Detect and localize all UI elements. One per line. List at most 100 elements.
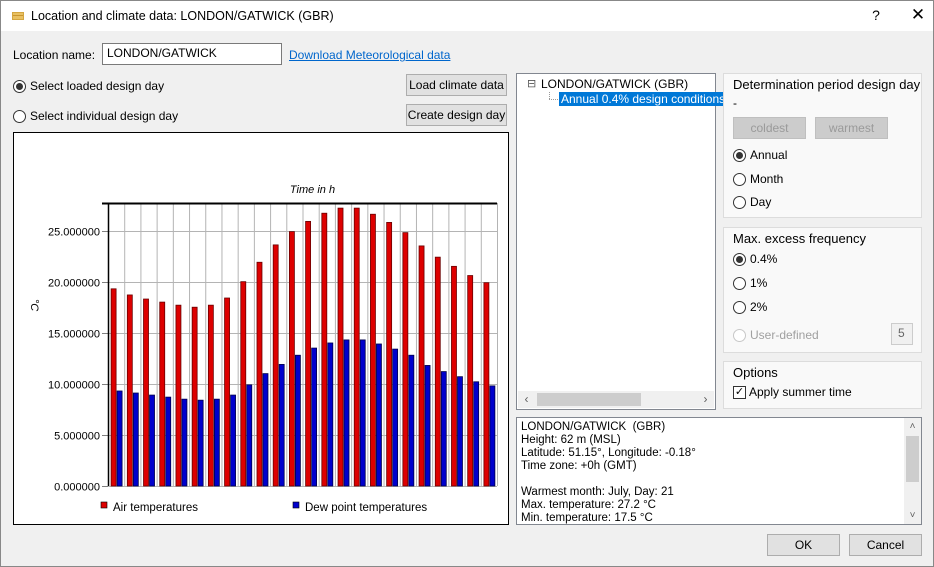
legend-label: Air temperatures xyxy=(113,502,198,514)
tree-item-annual-design-conditions[interactable]: Annual 0.4% design conditions ( xyxy=(559,92,735,106)
radio-select-loaded-design-day[interactable]: Select loaded design day xyxy=(13,79,164,93)
bar-dew-point-temperature xyxy=(197,399,204,487)
tree-collapse-icon[interactable]: ⊟ xyxy=(527,77,536,90)
bar-dew-point-temperature xyxy=(343,339,350,487)
location-name-label: Location name: xyxy=(13,48,96,62)
bar-air-temperature xyxy=(402,232,409,487)
bar-air-temperature xyxy=(175,304,182,487)
radio-2-percent[interactable]: 2% xyxy=(733,300,767,314)
bar-dew-point-temperature xyxy=(376,343,382,487)
location-name-input[interactable]: LONDON/GATWICK xyxy=(102,43,282,65)
bar-air-temperature xyxy=(256,261,263,487)
bar-air-temperature xyxy=(321,212,328,487)
help-button[interactable]: ? xyxy=(869,7,883,23)
bar-dew-point-temperature xyxy=(457,376,463,487)
apply-summer-time-checkbox[interactable]: ✓ Apply summer time xyxy=(733,385,852,399)
bar-air-temperature xyxy=(143,298,149,487)
bar-dew-point-temperature xyxy=(408,354,415,487)
radio-checked-icon xyxy=(13,79,26,93)
scrollbar-thumb[interactable] xyxy=(906,436,919,482)
chart-title: Time in h xyxy=(290,184,335,196)
download-meteorological-data-link[interactable]: Download Meteorological data xyxy=(289,48,450,62)
bar-dew-point-temperature xyxy=(359,339,366,487)
radio-label: Annual xyxy=(750,148,788,162)
bar-air-temperature xyxy=(126,294,133,487)
determination-value: - xyxy=(733,96,737,110)
info-line xyxy=(521,473,696,486)
create-design-day-button[interactable]: Create design day xyxy=(406,104,507,126)
design-day-tree[interactable]: ⊟ LONDON/GATWICK (GBR) Annual 0.4% desig… xyxy=(516,73,735,410)
scroll-down-icon[interactable]: ˅ xyxy=(904,507,921,524)
bar-dew-point-temperature xyxy=(132,392,139,487)
scrollbar-thumb[interactable] xyxy=(537,393,641,406)
ok-button[interactable]: OK xyxy=(767,534,840,556)
bar-air-temperature xyxy=(386,222,393,487)
bar-air-temperature xyxy=(110,288,117,487)
location-climate-dialog: Location and climate data: LONDON/GATWIC… xyxy=(0,0,934,567)
info-line: Warmest month: July, Day: 21 xyxy=(521,486,674,498)
scroll-right-icon[interactable]: › xyxy=(697,391,714,408)
y-axis-label: °C xyxy=(28,299,40,311)
radio-checked-icon xyxy=(733,148,746,162)
radio-label: 1% xyxy=(750,276,768,290)
bar-air-temperature xyxy=(353,207,360,487)
bar-dew-point-temperature xyxy=(213,398,220,487)
checkbox-checked-icon: ✓ xyxy=(733,385,746,399)
info-line: LONDON/GATWICK (GBR) xyxy=(521,421,666,433)
radio-0-4-percent[interactable]: 0.4% xyxy=(733,252,777,266)
y-tick-label: 5.000000 xyxy=(54,431,100,443)
bar-dew-point-temperature xyxy=(230,394,236,487)
location-info-textbox[interactable]: LONDON/GATWICK (GBR) Height: 62 m (MSL) La… xyxy=(516,417,922,525)
scroll-left-icon[interactable]: ‹ xyxy=(518,391,535,408)
bar-air-temperature xyxy=(451,265,457,487)
bar-air-temperature xyxy=(224,297,230,487)
close-button[interactable]: ✕ xyxy=(909,5,927,25)
info-line: Time zone: +0h (GMT) xyxy=(521,460,637,472)
bar-air-temperature xyxy=(159,301,166,487)
bar-dew-point-temperature xyxy=(246,384,253,487)
determination-period-group: Determination period design day - coldes… xyxy=(723,73,922,218)
bar-air-temperature xyxy=(434,256,441,487)
cancel-button[interactable]: Cancel xyxy=(849,534,922,556)
radio-unchecked-icon xyxy=(733,276,746,290)
user-defined-value-input[interactable]: 5 xyxy=(891,323,913,345)
bar-dew-point-temperature xyxy=(294,354,301,487)
bar-air-temperature xyxy=(207,304,214,487)
temperature-chart: 0.000000 5.000000 10.000000 15.000000 20.000… xyxy=(13,132,509,525)
radio-label: 0.4% xyxy=(750,252,778,266)
tree-item-location[interactable]: LONDON/GATWICK (GBR) xyxy=(541,77,688,91)
y-tick-label: 20.000000 xyxy=(48,278,100,290)
info-line: Max. temperature: 27.2 °C xyxy=(521,499,656,511)
legend-swatch xyxy=(100,501,108,509)
app-icon xyxy=(12,12,24,20)
info-vertical-scrollbar[interactable]: ˄ ˅ xyxy=(904,418,921,524)
bar-dew-point-temperature xyxy=(489,385,496,487)
bar-air-temperature xyxy=(337,207,344,487)
scroll-up-icon[interactable]: ˄ xyxy=(904,418,921,435)
bar-dew-point-temperature xyxy=(392,348,399,487)
radio-month[interactable]: Month xyxy=(733,172,783,186)
radio-day[interactable]: Day xyxy=(733,195,771,209)
tree-connector xyxy=(549,99,558,100)
radio-1-percent[interactable]: 1% xyxy=(733,276,767,290)
coldest-button[interactable]: coldest xyxy=(733,117,806,139)
radio-label: Month xyxy=(750,172,784,186)
radio-select-individual-design-day[interactable]: Select individual design day xyxy=(13,109,178,123)
radio-user-defined[interactable]: User-defined xyxy=(733,328,819,342)
bar-dew-point-temperature xyxy=(116,390,123,487)
radio-annual[interactable]: Annual xyxy=(733,148,787,162)
radio-checked-icon xyxy=(733,252,746,266)
load-climate-data-button[interactable]: Load climate data xyxy=(406,74,507,96)
y-tick-label: 25.000000 xyxy=(48,227,100,239)
bar-dew-point-temperature xyxy=(278,364,285,487)
bar-dew-point-temperature xyxy=(165,396,172,487)
warmest-button[interactable]: warmest xyxy=(815,117,888,139)
radio-label: Select individual design day xyxy=(30,109,179,123)
bar-dew-point-temperature xyxy=(473,381,480,487)
bar-dew-point-temperature xyxy=(262,373,269,487)
radio-unchecked-icon xyxy=(733,195,746,209)
tree-horizontal-scrollbar[interactable]: ‹ › xyxy=(518,391,714,408)
bar-dew-point-temperature xyxy=(181,398,188,487)
bar-dew-point-temperature xyxy=(327,342,334,487)
determination-period-title: Determination period design day xyxy=(733,77,921,92)
